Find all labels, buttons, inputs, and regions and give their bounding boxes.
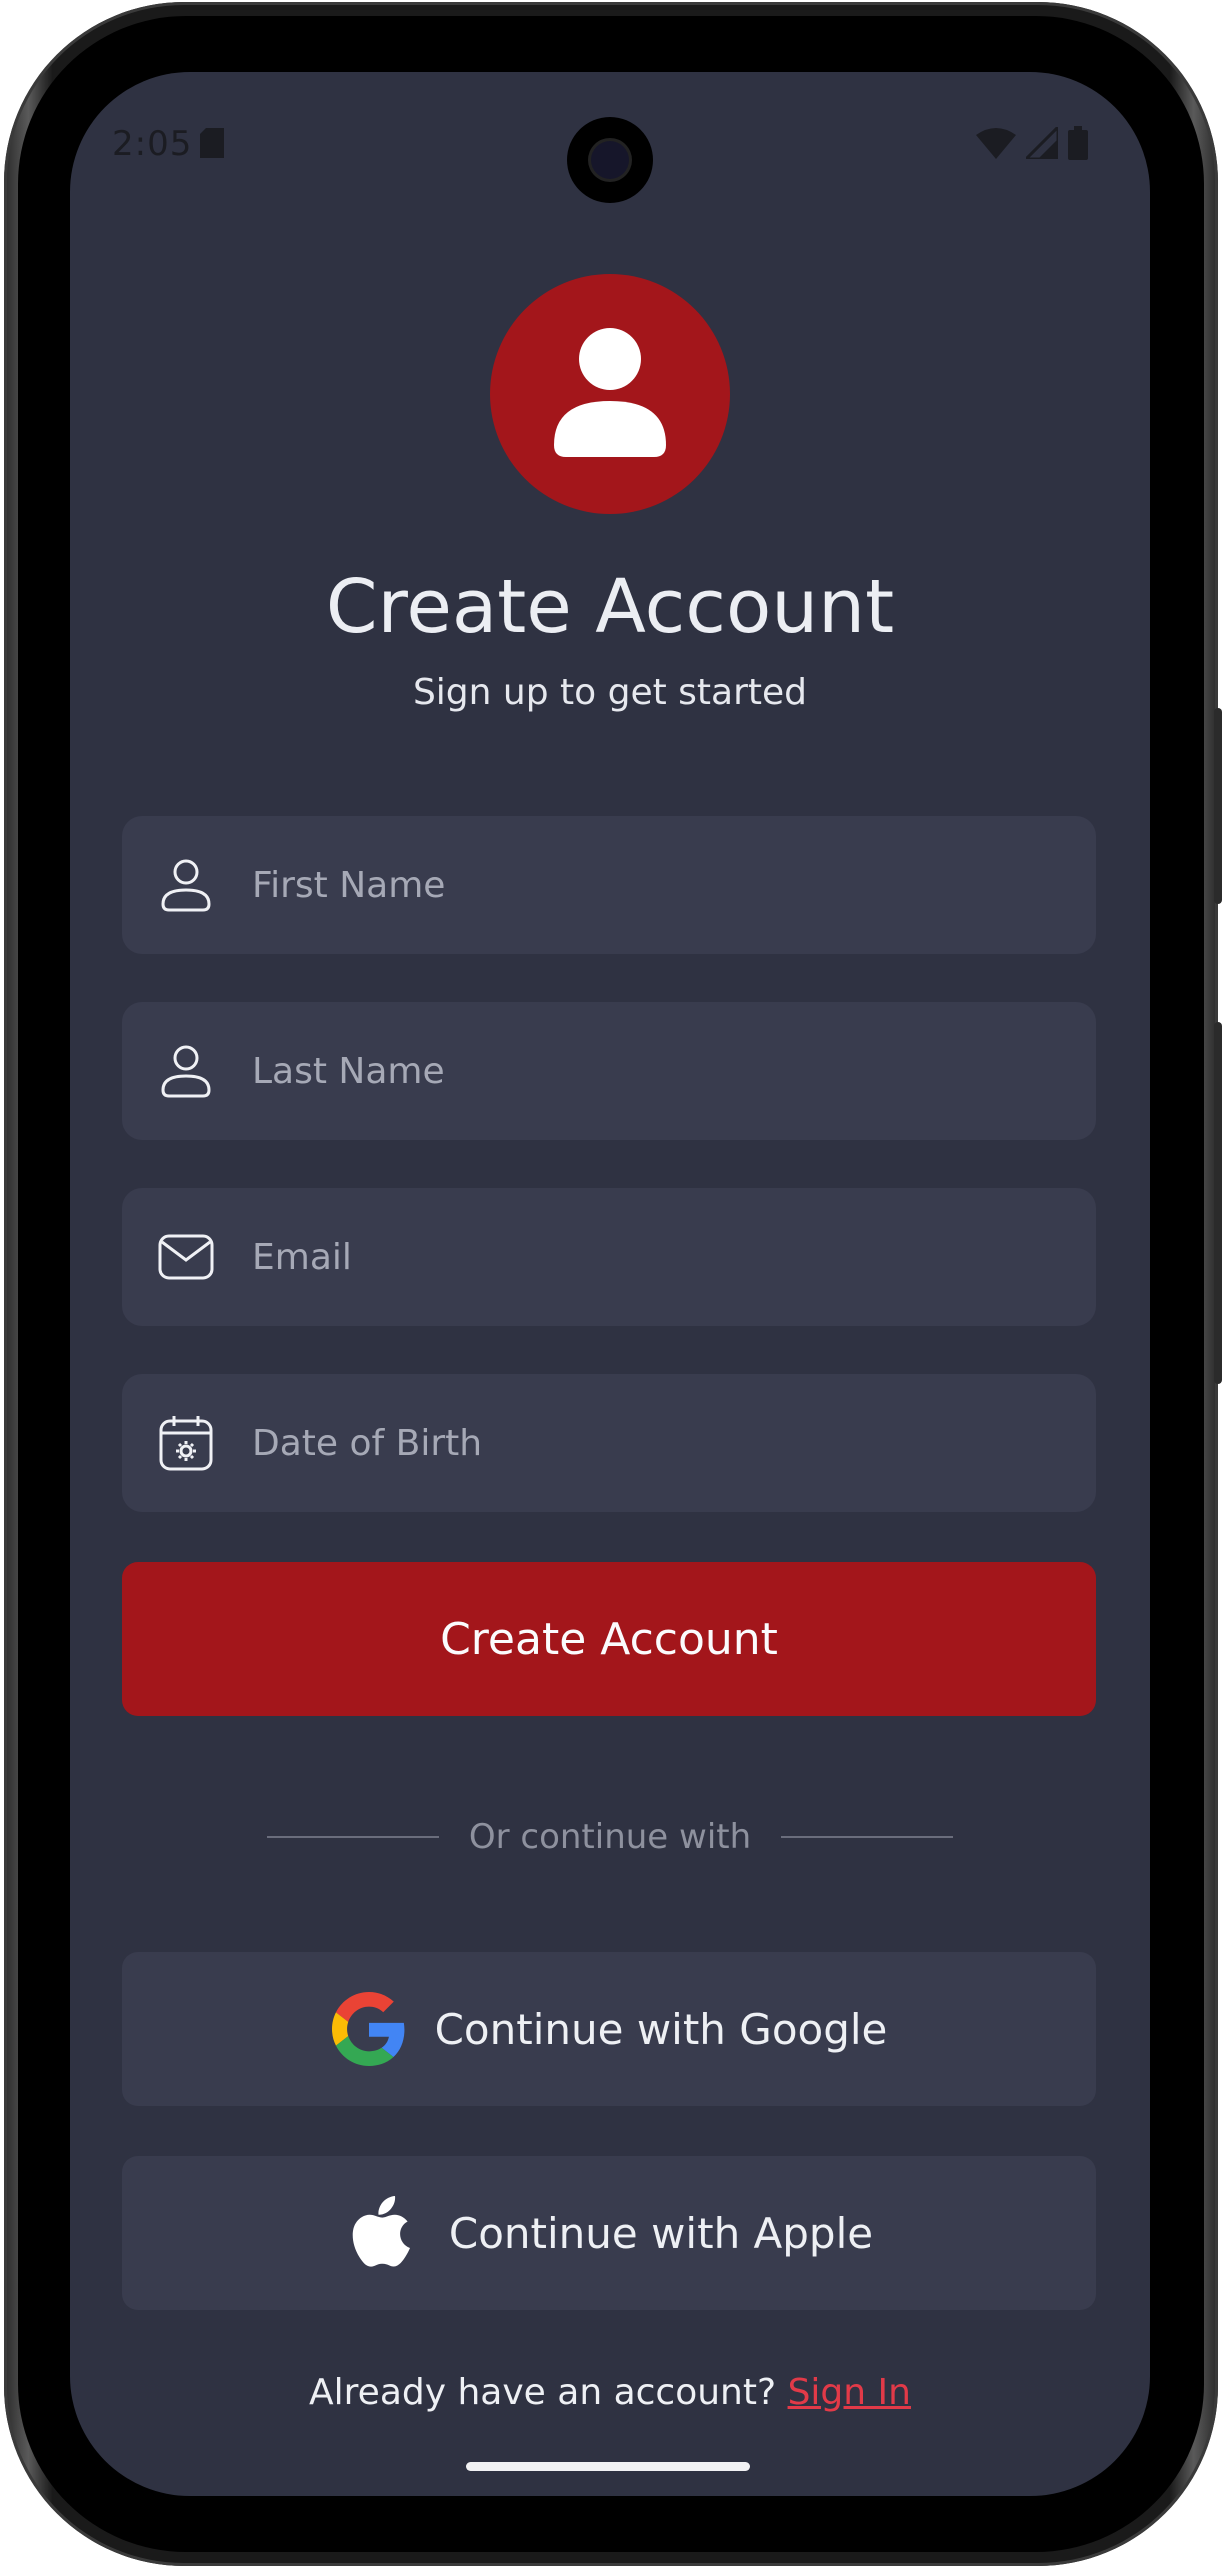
sd-card-icon — [200, 128, 224, 162]
home-indicator[interactable] — [466, 2462, 750, 2471]
apple-button-label: Continue with Apple — [448, 2208, 874, 2258]
sign-in-link[interactable]: Sign In — [788, 2372, 911, 2413]
email-input[interactable] — [250, 1187, 1096, 1327]
divider: Or continue with — [260, 1812, 960, 1862]
google-icon — [331, 1991, 407, 2067]
email-field[interactable] — [122, 1187, 1096, 1327]
cellular-signal-icon — [1022, 123, 1060, 163]
battery-icon — [1068, 126, 1088, 164]
status-icons — [976, 123, 1088, 164]
avatar — [490, 274, 730, 514]
last-name-input[interactable] — [250, 1001, 1096, 1141]
status-time: 2:05 — [112, 124, 193, 164]
divider-line-right — [781, 1836, 954, 1838]
power-button — [1214, 708, 1222, 904]
first-name-input[interactable] — [250, 815, 1096, 955]
calendar-settings-icon — [158, 1415, 214, 1471]
sign-in-prompt-text: Already have an account? — [309, 2372, 777, 2413]
wifi-icon — [976, 127, 1016, 163]
user-icon — [158, 857, 214, 913]
last-name-field[interactable] — [122, 1001, 1096, 1141]
google-sign-in-button[interactable]: Continue with Google — [122, 1952, 1096, 2106]
date-of-birth-field[interactable] — [122, 1373, 1096, 1513]
page-subtitle: Sign up to get started — [412, 672, 808, 713]
divider-text: Or continue with — [468, 1817, 752, 1857]
google-button-label: Continue with Google — [434, 2004, 888, 2054]
first-name-field[interactable] — [122, 815, 1096, 955]
user-icon — [158, 1043, 214, 1099]
apple-sign-in-button[interactable]: Continue with Apple — [122, 2156, 1096, 2310]
page-title: Create Account — [325, 564, 895, 650]
divider-line-left — [266, 1836, 439, 1838]
sign-in-prompt: Already have an account? Sign In — [70, 2372, 1150, 2413]
create-account-button[interactable]: Create Account — [122, 1562, 1096, 1716]
app-screen: 2:05 Create Account Sign up to get start… — [70, 72, 1150, 2496]
front-camera — [567, 117, 653, 203]
mail-icon — [158, 1229, 214, 1285]
apple-icon — [345, 2195, 421, 2271]
user-icon — [550, 327, 670, 461]
date-of-birth-input[interactable] — [250, 1373, 1096, 1513]
volume-button — [1214, 1022, 1222, 1384]
